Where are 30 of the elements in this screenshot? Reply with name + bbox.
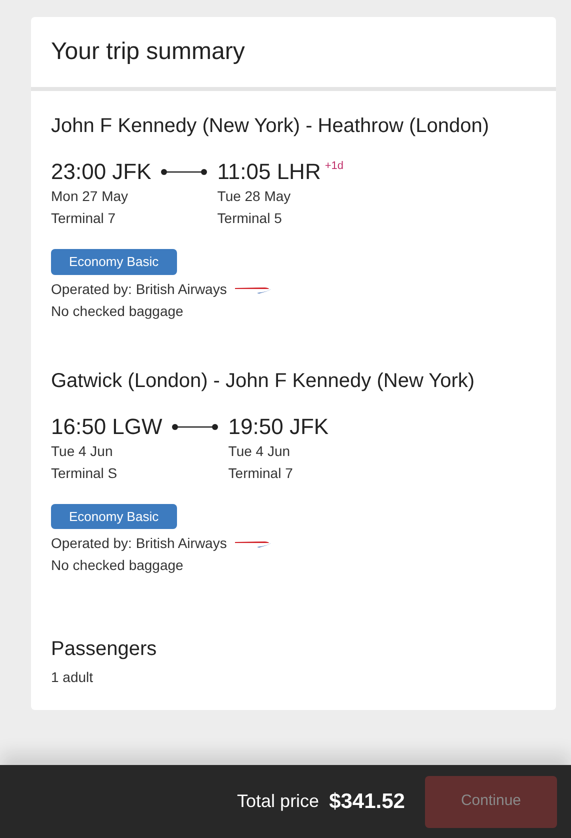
terminal-label: Terminal S bbox=[51, 464, 118, 482]
fare-badge: Economy Basic bbox=[51, 504, 177, 529]
flight-date: Tue 4 Jun bbox=[51, 442, 114, 460]
total-label: Total price bbox=[237, 790, 320, 813]
airline-logo-icon bbox=[234, 540, 271, 548]
route-line-icon bbox=[160, 168, 208, 176]
route-title: Gatwick (London) - John F Kennedy (New York) bbox=[51, 368, 476, 394]
terminal-label: Terminal 5 bbox=[217, 209, 283, 228]
route-line-icon bbox=[171, 422, 220, 430]
terminal-label: Terminal 7 bbox=[51, 209, 117, 228]
flight-time: 19:50 JFK bbox=[228, 414, 329, 440]
fare-badge: Economy Basic bbox=[51, 249, 177, 274]
operator-text: Operated by: British Airways bbox=[51, 534, 227, 553]
operator-text: Operated by: British Airways bbox=[51, 280, 227, 299]
section-title: Passengers bbox=[51, 637, 158, 662]
flight-time: 11:05 LHR bbox=[217, 159, 321, 185]
total-price: $341.52 bbox=[329, 788, 405, 815]
airline-logo-icon bbox=[234, 286, 271, 294]
flight-time: 16:50 LGW bbox=[51, 414, 162, 440]
flight-date: Tue 4 Jun bbox=[228, 442, 292, 460]
passenger-count: 1 adult bbox=[51, 668, 94, 687]
page-title: Your trip summary bbox=[51, 37, 245, 67]
baggage-text: No checked baggage bbox=[51, 302, 184, 321]
route-title: John F Kennedy (New York) - Heathrow (London) bbox=[51, 114, 490, 139]
baggage-text: No checked baggage bbox=[51, 556, 184, 575]
flight-date: Mon 27 May bbox=[51, 187, 130, 206]
terminal-label: Terminal 7 bbox=[228, 464, 294, 482]
flight-date: Tue 28 May bbox=[217, 187, 292, 206]
day-offset: +1d bbox=[324, 159, 344, 173]
flight-time: 23:00 JFK bbox=[51, 159, 152, 185]
